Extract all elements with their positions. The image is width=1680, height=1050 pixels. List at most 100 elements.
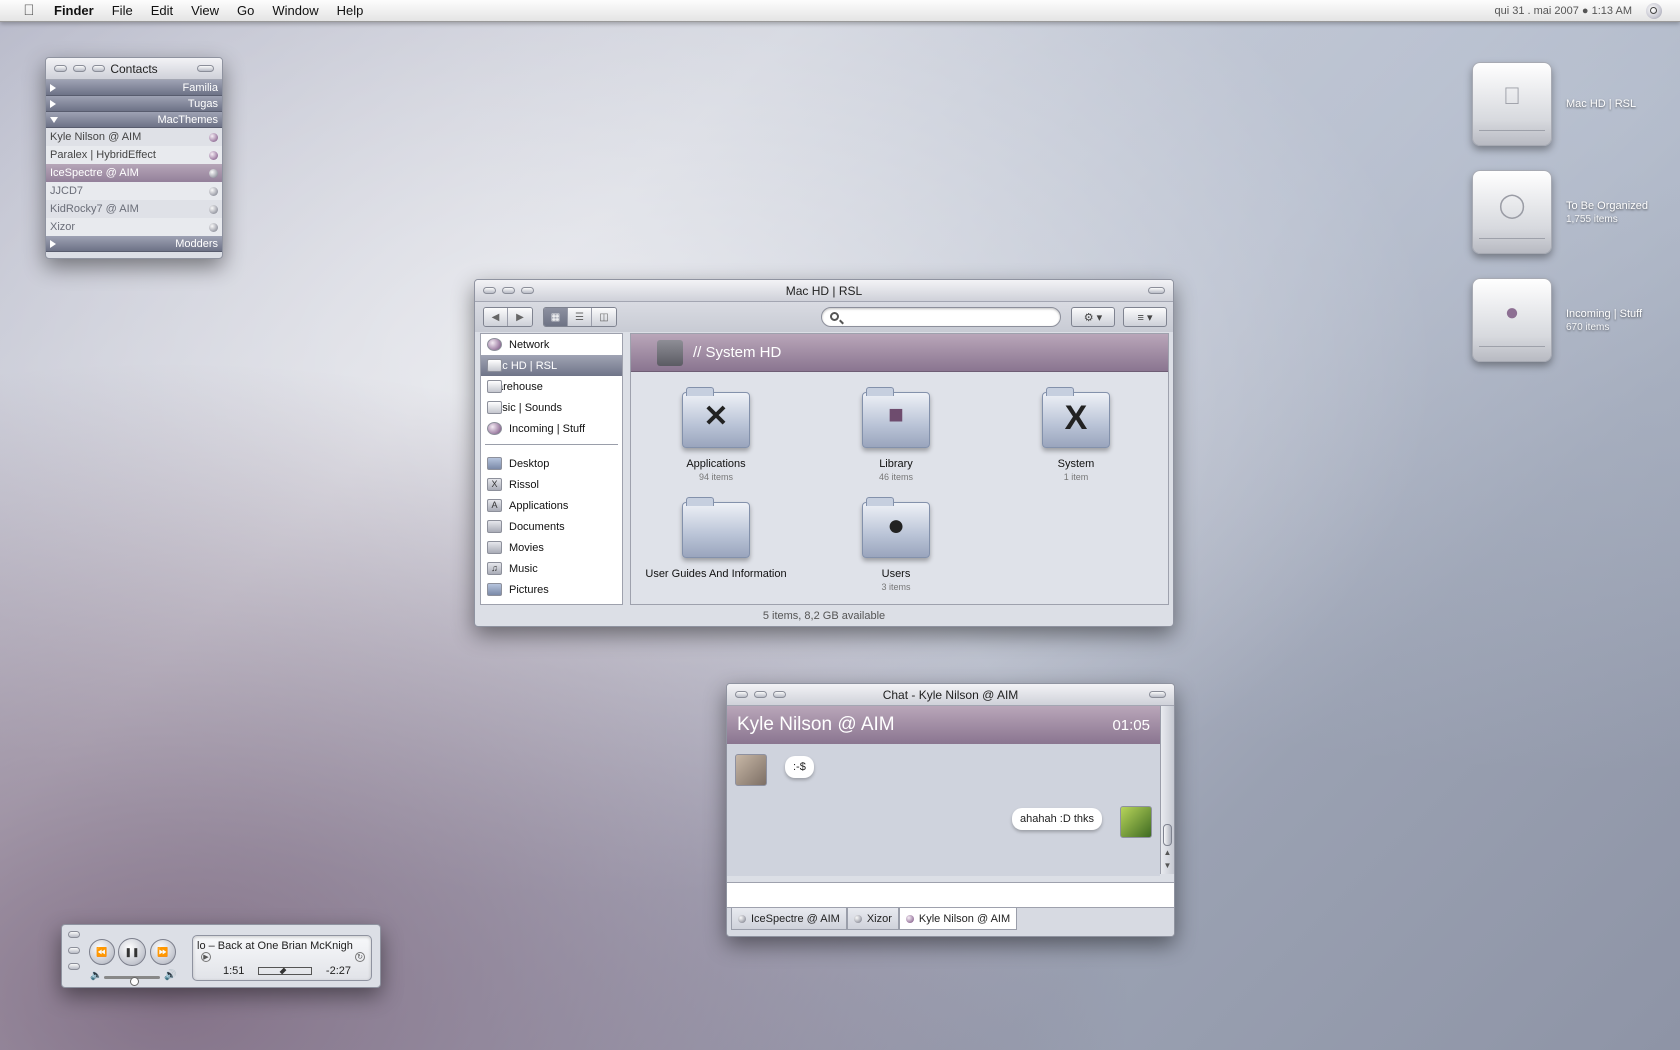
hard-drive-icon[interactable]:  bbox=[1472, 62, 1552, 146]
network-drive-icon[interactable]: ● bbox=[1472, 278, 1552, 362]
file-item-user-guides[interactable]: User Guides And Information bbox=[631, 497, 801, 582]
volume-knob[interactable] bbox=[130, 977, 139, 986]
desktop-drive-to-be-organized[interactable]: ◯ To Be Organized 1,755 items bbox=[1472, 170, 1648, 254]
disclosure-triangle-icon[interactable] bbox=[50, 100, 56, 108]
file-item-users[interactable]: ● Users 3 items bbox=[811, 497, 981, 592]
sidebar-item-incoming-stuff[interactable]: Incoming | Stuff bbox=[481, 418, 622, 439]
sidebar-item-movies[interactable]: Movies bbox=[481, 537, 622, 558]
zoom-button[interactable] bbox=[521, 287, 534, 294]
buddy-icespectre[interactable]: IceSpectre @ AIM bbox=[46, 164, 222, 182]
close-button[interactable] bbox=[735, 691, 748, 698]
buddy-kidrocky7[interactable]: KidRocky7 @ AIM bbox=[46, 200, 222, 218]
file-item-system[interactable]: X System 1 item bbox=[991, 387, 1161, 482]
desktop-drive-mac-hd[interactable]:  Mac HD | RSL bbox=[1472, 62, 1636, 146]
tab-icespectre[interactable]: IceSpectre @ AIM bbox=[731, 908, 847, 930]
menu-file[interactable]: File bbox=[112, 3, 133, 18]
menu-edit[interactable]: Edit bbox=[151, 3, 173, 18]
buddy-name: KidRocky7 @ AIM bbox=[50, 203, 139, 215]
tab-xizor[interactable]: Xizor bbox=[846, 908, 899, 930]
column-view-button[interactable]: ◫ bbox=[592, 308, 616, 326]
now-playing-display: lo – Back at One Brian McKnigh ▶ ↻ 1:51 … bbox=[192, 935, 372, 981]
snapback-icon[interactable]: ↻ bbox=[355, 952, 365, 962]
minimize-button[interactable] bbox=[502, 287, 515, 294]
apple-menu-icon[interactable]:  bbox=[18, 2, 40, 19]
file-item-count: 1 item bbox=[1063, 472, 1089, 482]
search-input[interactable] bbox=[821, 307, 1061, 327]
toolbar-toggle-button[interactable] bbox=[1149, 691, 1166, 698]
playhead[interactable] bbox=[279, 967, 287, 975]
buddy-jjcd7[interactable]: JJCD7 bbox=[46, 182, 222, 200]
spotlight-icon[interactable] bbox=[1646, 3, 1662, 19]
tab-kyle-nilson[interactable]: Kyle Nilson @ AIM bbox=[898, 908, 1018, 930]
scroll-thumb[interactable] bbox=[1163, 824, 1172, 846]
forward-button[interactable]: ▶ bbox=[508, 308, 532, 326]
menu-finder[interactable]: Finder bbox=[54, 3, 94, 18]
sidebar-item-network[interactable]: Network bbox=[481, 334, 622, 355]
menu-go[interactable]: Go bbox=[237, 3, 254, 18]
disclosure-triangle-icon[interactable] bbox=[50, 84, 56, 92]
play-pause-button[interactable]: ❚❚ bbox=[118, 938, 146, 966]
action-menu-button[interactable]: ⚙ ▾ bbox=[1071, 307, 1115, 327]
zoom-button[interactable] bbox=[68, 963, 80, 970]
close-button[interactable] bbox=[68, 931, 80, 938]
finder-titlebar[interactable]: Mac HD | RSL bbox=[475, 280, 1173, 302]
sidebar-item-music[interactable]: ♫ Music bbox=[481, 558, 622, 579]
volume-track[interactable] bbox=[104, 976, 160, 986]
message-bubble-sent: ahahah :D thks bbox=[1012, 808, 1102, 830]
sidebar-item-warehouse[interactable]: Warehouse bbox=[481, 376, 622, 397]
file-item-library[interactable]: ■ Library 46 items bbox=[811, 387, 981, 482]
sidebar-item-mac-hd[interactable]: Mac HD | RSL bbox=[481, 355, 622, 376]
file-item-applications[interactable]: ✕ Applications 94 items bbox=[631, 387, 801, 482]
buddy-paralex[interactable]: Paralex | HybridEffect bbox=[46, 146, 222, 164]
chat-scrollbar[interactable]: ▲ ▼ bbox=[1160, 706, 1174, 874]
back-button[interactable]: ◀ bbox=[484, 308, 508, 326]
firewire-drive-icon[interactable]: ◯ bbox=[1472, 170, 1552, 254]
disclosure-triangle-icon[interactable] bbox=[50, 117, 58, 123]
play-icon[interactable]: ▶ bbox=[201, 952, 211, 962]
toolbar-toggle-button[interactable] bbox=[197, 65, 214, 72]
sidebar-item-desktop[interactable]: Desktop bbox=[481, 453, 622, 474]
buddy-name: Xizor bbox=[50, 221, 76, 233]
menu-window[interactable]: Window bbox=[272, 3, 318, 18]
group-tugas[interactable]: Tugas bbox=[46, 96, 222, 112]
scroll-down-arrow-icon[interactable]: ▼ bbox=[1161, 859, 1174, 872]
chat-titlebar[interactable]: Chat - Kyle Nilson @ AIM bbox=[727, 684, 1174, 706]
list-view-button[interactable]: ☰ bbox=[568, 308, 592, 326]
group-familia[interactable]: Familia bbox=[46, 80, 222, 96]
drive-label: Mac HD | RSL bbox=[1566, 98, 1636, 110]
contacts-titlebar[interactable]: Contacts bbox=[46, 58, 222, 80]
close-button[interactable] bbox=[54, 65, 67, 72]
group-modders[interactable]: Modders bbox=[46, 236, 222, 252]
zoom-button[interactable] bbox=[773, 691, 786, 698]
desktop-drive-incoming[interactable]: ● Incoming | Stuff 670 items bbox=[1472, 278, 1642, 362]
minimize-button[interactable] bbox=[68, 947, 80, 954]
menu-view[interactable]: View bbox=[191, 3, 219, 18]
message-input[interactable] bbox=[727, 882, 1174, 908]
buddy-kyle-nilson[interactable]: Kyle Nilson @ AIM bbox=[46, 128, 222, 146]
status-away-icon bbox=[209, 204, 218, 214]
toolbar-toggle-button[interactable] bbox=[1148, 287, 1165, 294]
sidebar-item-pictures[interactable]: Pictures bbox=[481, 579, 622, 600]
close-button[interactable] bbox=[483, 287, 496, 294]
menu-help[interactable]: Help bbox=[337, 3, 364, 18]
scroll-up-arrow-icon[interactable]: ▲ bbox=[1161, 846, 1174, 859]
sidebar-item-applications[interactable]: A Applications bbox=[481, 495, 622, 516]
minimize-button[interactable] bbox=[73, 65, 86, 72]
finder-content: // System HD ✕ Applications 94 items ■ L… bbox=[630, 333, 1169, 605]
search-icon bbox=[830, 312, 839, 321]
disclosure-triangle-icon[interactable] bbox=[50, 240, 56, 248]
buddy-xizor[interactable]: Xizor bbox=[46, 218, 222, 236]
volume-slider[interactable]: 🔈 🔊 bbox=[90, 970, 186, 986]
icon-view-button[interactable]: ▦ bbox=[544, 308, 568, 326]
previous-track-button[interactable]: ⏪ bbox=[89, 939, 115, 965]
zoom-button[interactable] bbox=[92, 65, 105, 72]
sidebar-item-music-sounds[interactable]: Music | Sounds bbox=[481, 397, 622, 418]
arrange-menu-button[interactable]: ≡ ▾ bbox=[1123, 307, 1167, 327]
menubar-clock[interactable]: qui 31 . mai 2007 ● 1:13 AM bbox=[1494, 5, 1632, 17]
minimize-button[interactable] bbox=[754, 691, 767, 698]
next-track-button[interactable]: ⏩ bbox=[150, 939, 176, 965]
group-macthemes[interactable]: MacThemes bbox=[46, 112, 222, 128]
sidebar-item-documents[interactable]: Documents bbox=[481, 516, 622, 537]
sidebar-item-rissol[interactable]: X Rissol bbox=[481, 474, 622, 495]
progress-bar[interactable] bbox=[258, 967, 313, 975]
